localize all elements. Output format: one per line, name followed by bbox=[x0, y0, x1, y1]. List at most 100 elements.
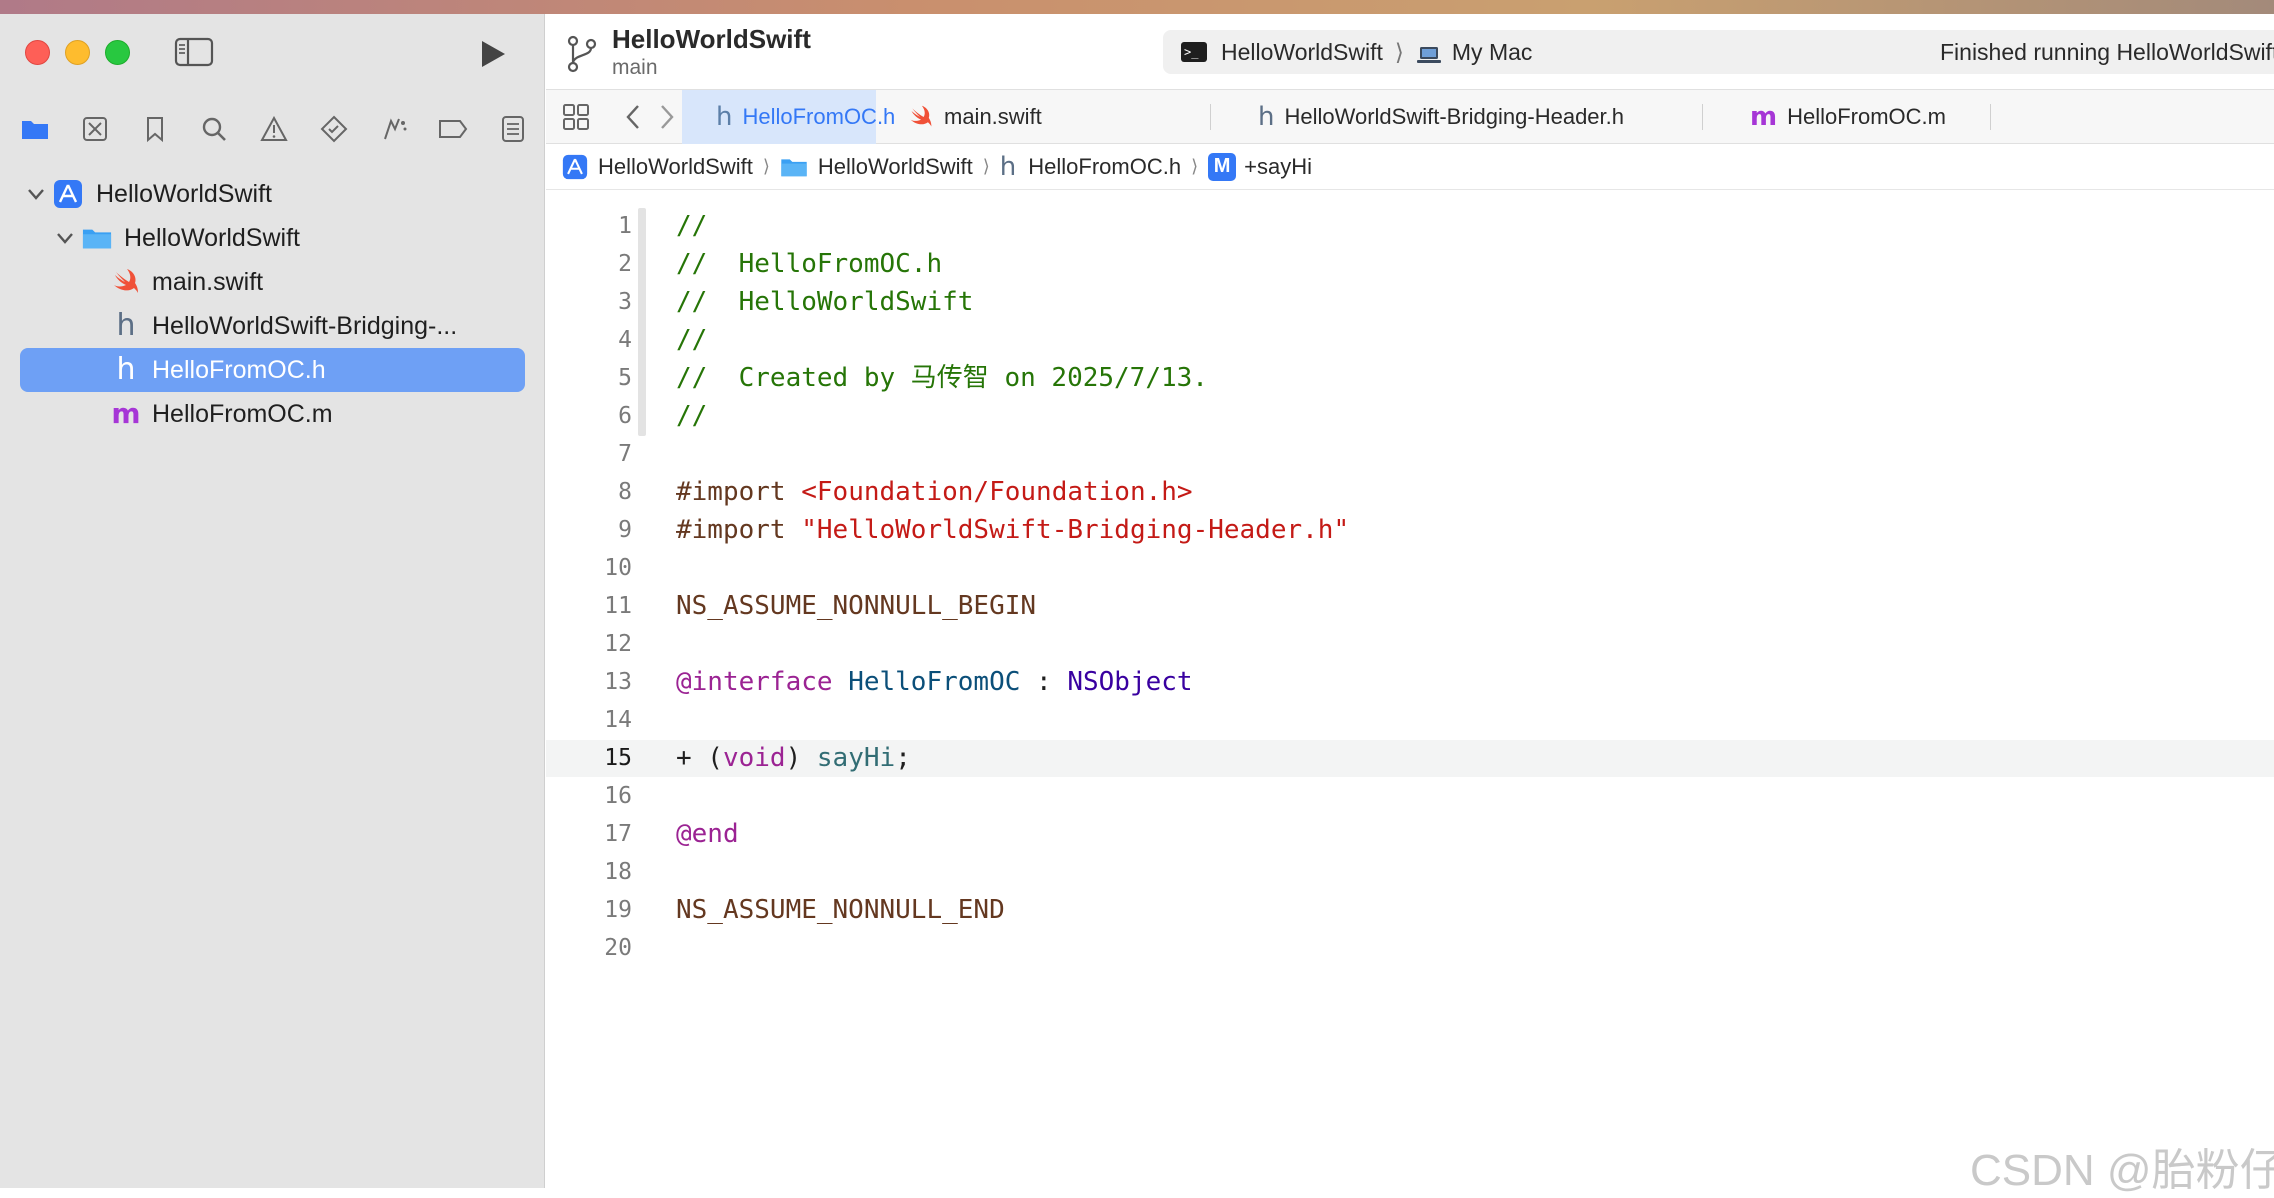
code-text: // bbox=[676, 211, 708, 241]
scheme-target[interactable]: HelloWorldSwift bbox=[1221, 39, 1383, 66]
jumpbar-chevron: ⟩ bbox=[982, 156, 990, 176]
tree-item-label: main.swift bbox=[152, 267, 264, 296]
tab-divider bbox=[1702, 104, 1703, 130]
jumpbar-chevron: ⟩ bbox=[762, 156, 770, 176]
jumpbar-project[interactable]: HelloWorldSwift bbox=[562, 154, 753, 180]
string-token: <Foundation/Foundation.h> bbox=[801, 477, 1193, 507]
chevron-down-icon[interactable] bbox=[25, 183, 47, 205]
tree-item-hellofromoc-h[interactable]: h HelloFromOC.h bbox=[20, 348, 525, 392]
line-number: 2 bbox=[618, 251, 632, 277]
debug-navigator-icon[interactable] bbox=[377, 112, 411, 146]
project-title[interactable]: HelloWorldSwift bbox=[612, 24, 811, 55]
minimize-window-button[interactable] bbox=[65, 40, 90, 65]
zoom-window-button[interactable] bbox=[105, 40, 130, 65]
code-line: 19 NS_ASSUME_NONNULL_END bbox=[546, 892, 2274, 929]
code-line: 8 #import <Foundation/Foundation.h> bbox=[546, 474, 2274, 511]
toolbar: HelloWorldSwift main >_ HelloWorldSwift … bbox=[546, 14, 2274, 90]
project-tree: HelloWorldSwift HelloWorldSwift main.swi… bbox=[0, 172, 545, 436]
jumpbar-folder-label: HelloWorldSwift bbox=[817, 153, 973, 179]
code-text: // HelloWorldSwift bbox=[676, 287, 974, 317]
tab-hellofromoc-h[interactable]: h HelloFromOC.h bbox=[682, 90, 895, 144]
run-button[interactable] bbox=[476, 38, 508, 70]
line-number: 9 bbox=[618, 517, 632, 543]
line-number: 17 bbox=[604, 821, 632, 847]
branch-name[interactable]: main bbox=[612, 56, 658, 80]
preprocessor-token: #import bbox=[676, 477, 802, 507]
breakpoint-navigator-icon[interactable] bbox=[436, 112, 470, 146]
related-items-grid-icon[interactable] bbox=[562, 103, 590, 131]
keyword-token: @interface bbox=[676, 667, 849, 697]
code-text: // bbox=[676, 401, 708, 431]
app-project-icon bbox=[53, 179, 83, 209]
search-navigator-icon[interactable] bbox=[197, 112, 231, 146]
tab-hellofromoc-m[interactable]: m HelloFromOC.m bbox=[1750, 90, 1946, 144]
tab-label: HelloFromOC.h bbox=[742, 104, 896, 129]
jumpbar-folder[interactable]: HelloWorldSwift bbox=[780, 154, 973, 180]
code-line: 18 bbox=[546, 854, 2274, 891]
code-line: 13 @interface HelloFromOC : NSObject bbox=[546, 664, 2274, 701]
keyword-token: @end bbox=[676, 819, 739, 849]
code-line: 4 // bbox=[546, 322, 2274, 359]
preprocessor-token: #import bbox=[676, 515, 802, 545]
punctuation-token: ) bbox=[785, 743, 817, 773]
code-line: 17 @end bbox=[546, 816, 2274, 853]
punctuation-token: + ( bbox=[676, 743, 723, 773]
report-navigator-icon[interactable] bbox=[496, 112, 530, 146]
code-text: @interface HelloFromOC : NSObject bbox=[676, 664, 1193, 701]
tree-item-folder[interactable]: HelloWorldSwift bbox=[0, 216, 545, 260]
chevron-down-icon[interactable] bbox=[54, 227, 76, 249]
code-line: 10 bbox=[546, 550, 2274, 587]
issue-navigator-icon[interactable] bbox=[257, 112, 291, 146]
macro-token: NS_ASSUME_NONNULL_BEGIN bbox=[676, 591, 1037, 621]
tab-main-swift[interactable]: main.swift bbox=[908, 90, 1042, 144]
keyword-token: void bbox=[722, 743, 786, 773]
tree-item-label: HelloWorldSwift-Bridging-... bbox=[152, 311, 458, 340]
scheme-separator: ⟩ bbox=[1394, 38, 1404, 65]
code-text: // Created by 马传智 on 2025/7/13. bbox=[676, 363, 1208, 393]
terminal-icon[interactable]: >_ bbox=[1181, 42, 1207, 62]
jumpbar-file[interactable]: h HelloFromOC.h bbox=[1000, 152, 1181, 182]
watermark: CSDN @胎粉仔 bbox=[1970, 1146, 2274, 1195]
code-line: 7 bbox=[546, 436, 2274, 473]
code-text: // bbox=[676, 325, 708, 355]
laptop-icon[interactable] bbox=[1416, 43, 1442, 63]
source-control-navigator-icon[interactable] bbox=[78, 112, 112, 146]
run-destination[interactable]: My Mac bbox=[1452, 39, 1533, 66]
folder-navigator-icon[interactable] bbox=[18, 112, 52, 146]
tree-item-label: HelloWorldSwift bbox=[96, 179, 272, 208]
tree-item-main-swift[interactable]: main.swift bbox=[0, 260, 545, 304]
xcode-window: HelloWorldSwift HelloWorldSwift main.swi… bbox=[0, 14, 2274, 1195]
folder-icon bbox=[82, 223, 112, 253]
back-chevron-icon[interactable] bbox=[622, 102, 644, 132]
source-editor[interactable]: 1 // 2 // HelloFromOC.h 3 // HelloWorldS… bbox=[546, 190, 2274, 1188]
desktop-strip bbox=[0, 0, 2274, 14]
test-navigator-icon[interactable] bbox=[317, 112, 351, 146]
jumpbar-symbol[interactable]: M +sayHi bbox=[1208, 152, 1312, 181]
activity-status: Finished running HelloWorldSwift bbox=[1940, 38, 2274, 65]
tree-item-label: HelloFromOC.m bbox=[152, 399, 333, 428]
tree-item-hellofromoc-m[interactable]: m HelloFromOC.m bbox=[0, 392, 545, 436]
line-number: 13 bbox=[604, 669, 632, 695]
code-line: 16 bbox=[546, 778, 2274, 815]
app-project-icon bbox=[562, 154, 588, 179]
bookmark-navigator-icon[interactable] bbox=[138, 112, 172, 146]
branch-icon[interactable] bbox=[564, 34, 600, 74]
close-window-button[interactable] bbox=[25, 40, 50, 65]
swift-file-icon bbox=[908, 104, 934, 130]
line-number: 12 bbox=[604, 631, 632, 657]
code-line: 5 // Created by 马传智 on 2025/7/13. bbox=[546, 360, 2274, 397]
implementation-file-icon: m bbox=[1750, 102, 1778, 132]
sidebar-toggle-icon[interactable] bbox=[174, 36, 214, 68]
tab-bridging-header[interactable]: h HelloWorldSwift-Bridging-Header.h bbox=[1258, 90, 1624, 144]
tree-item-project[interactable]: HelloWorldSwift bbox=[0, 172, 545, 216]
code-text: // HelloFromOC.h bbox=[676, 249, 943, 279]
header-file-icon: h bbox=[1258, 102, 1275, 132]
tree-item-bridging-header[interactable]: h HelloWorldSwift-Bridging-... bbox=[0, 304, 545, 348]
header-file-icon: h bbox=[116, 352, 136, 387]
class-token: HelloFromOC bbox=[848, 667, 1021, 697]
jumpbar-chevron: ⟩ bbox=[1191, 156, 1199, 176]
code-line: 14 bbox=[546, 702, 2274, 739]
forward-chevron-icon[interactable] bbox=[656, 102, 678, 132]
line-number: 11 bbox=[604, 593, 632, 619]
jump-bar: HelloWorldSwift ⟩ HelloWorldSwift ⟩ h He… bbox=[546, 144, 2274, 190]
